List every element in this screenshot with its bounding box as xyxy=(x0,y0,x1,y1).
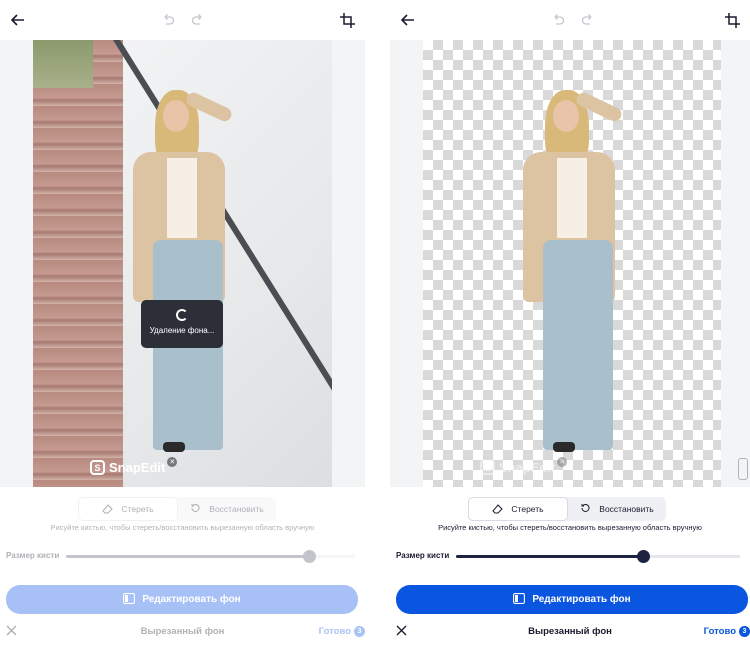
watermark-text: SnapEdit xyxy=(109,460,166,475)
restore-label: Восстановить xyxy=(209,504,264,514)
original-photo: S SnapEdit ✕ xyxy=(33,40,332,487)
arrow-left-icon[interactable] xyxy=(398,10,418,30)
left-screen: S SnapEdit ✕ Удаление фона... Стереть Во… xyxy=(0,0,365,646)
hint-text: Рисуйте кистью, чтобы стереть/восстанови… xyxy=(50,523,315,532)
woman-figure xyxy=(123,90,253,470)
brush-size-row: Размер кисти xyxy=(6,548,355,564)
brush-size-knob[interactable] xyxy=(637,550,651,563)
erase-restore-toggle: Стереть Восстановить xyxy=(468,497,666,521)
spinner-icon xyxy=(176,309,188,321)
redo-icon[interactable] xyxy=(578,10,598,30)
done-button[interactable]: Готово 3 xyxy=(319,626,365,637)
done-label: Готово xyxy=(703,626,736,637)
brush-size-row: Размер кисти xyxy=(396,548,740,564)
right-screen: S SnapEdit ✕ Стереть Восстановить Рисуйт… xyxy=(390,0,750,646)
edit-background-button[interactable]: Редактировать фон xyxy=(396,585,748,614)
background-icon xyxy=(513,592,526,607)
greenery-background xyxy=(33,40,93,88)
restore-label: Восстановить xyxy=(599,504,654,514)
background-icon xyxy=(123,592,136,607)
restore-icon xyxy=(580,503,591,516)
done-count-badge: 3 xyxy=(354,626,365,637)
restore-tab[interactable]: Восстановить xyxy=(178,497,276,521)
watermark-text: SnapEdit xyxy=(499,460,556,475)
watermark: S SnapEdit ✕ xyxy=(90,456,178,475)
erase-label: Стереть xyxy=(121,504,154,514)
erase-restore-toggle: Стереть Восстановить xyxy=(78,497,276,521)
redo-icon[interactable] xyxy=(188,10,208,30)
brush-size-knob[interactable] xyxy=(302,550,316,563)
eraser-icon xyxy=(492,503,504,516)
snapedit-logo-icon: S xyxy=(90,460,105,475)
bottom-title: Вырезанный фон xyxy=(528,626,612,637)
brush-size-fill xyxy=(456,555,644,558)
bottom-bar: Вырезанный фон Готово 3 xyxy=(0,622,365,642)
undo-icon[interactable] xyxy=(548,10,568,30)
side-handle-icon[interactable] xyxy=(738,458,748,480)
edit-background-label: Редактировать фон xyxy=(142,594,241,605)
brush-size-label: Размер кисти xyxy=(6,551,60,560)
brush-size-slider[interactable] xyxy=(66,550,355,563)
loading-text: Удаление фона... xyxy=(149,326,215,335)
brush-size-slider[interactable] xyxy=(456,550,740,563)
erase-tab[interactable]: Стереть xyxy=(78,497,178,521)
cutout-photo: S SnapEdit ✕ xyxy=(423,40,721,487)
crop-icon[interactable] xyxy=(722,10,742,30)
erase-tab[interactable]: Стереть xyxy=(468,497,568,521)
done-label: Готово xyxy=(318,626,351,637)
edit-background-button[interactable]: Редактировать фон xyxy=(6,585,358,614)
brush-size-fill xyxy=(66,555,309,558)
close-watermark-icon[interactable]: ✕ xyxy=(167,456,178,467)
snapedit-logo-icon: S xyxy=(480,460,495,475)
done-count-badge: 3 xyxy=(739,626,750,637)
eraser-icon xyxy=(102,503,114,516)
loading-toast: Удаление фона... xyxy=(141,300,223,348)
brush-size-label: Размер кисти xyxy=(396,551,450,560)
bottom-title: Вырезанный фон xyxy=(140,626,225,637)
top-toolbar xyxy=(390,0,750,40)
panel-gap xyxy=(365,0,390,646)
erase-label: Стереть xyxy=(511,504,544,514)
close-watermark-icon[interactable]: ✕ xyxy=(557,456,568,467)
top-toolbar xyxy=(0,0,365,40)
restore-tab[interactable]: Восстановить xyxy=(568,497,666,521)
arrow-left-icon[interactable] xyxy=(8,10,28,30)
undo-icon[interactable] xyxy=(158,10,178,30)
crop-icon[interactable] xyxy=(337,10,357,30)
edit-background-label: Редактировать фон xyxy=(532,594,631,605)
restore-icon xyxy=(190,503,201,516)
watermark: S SnapEdit ✕ xyxy=(480,456,568,475)
hint-text: Рисуйте кистью, чтобы стереть/восстанови… xyxy=(438,523,702,532)
done-button[interactable]: Готово 3 xyxy=(704,626,750,637)
woman-cutout xyxy=(513,90,643,470)
bottom-bar: Вырезанный фон Готово 3 xyxy=(390,622,750,642)
